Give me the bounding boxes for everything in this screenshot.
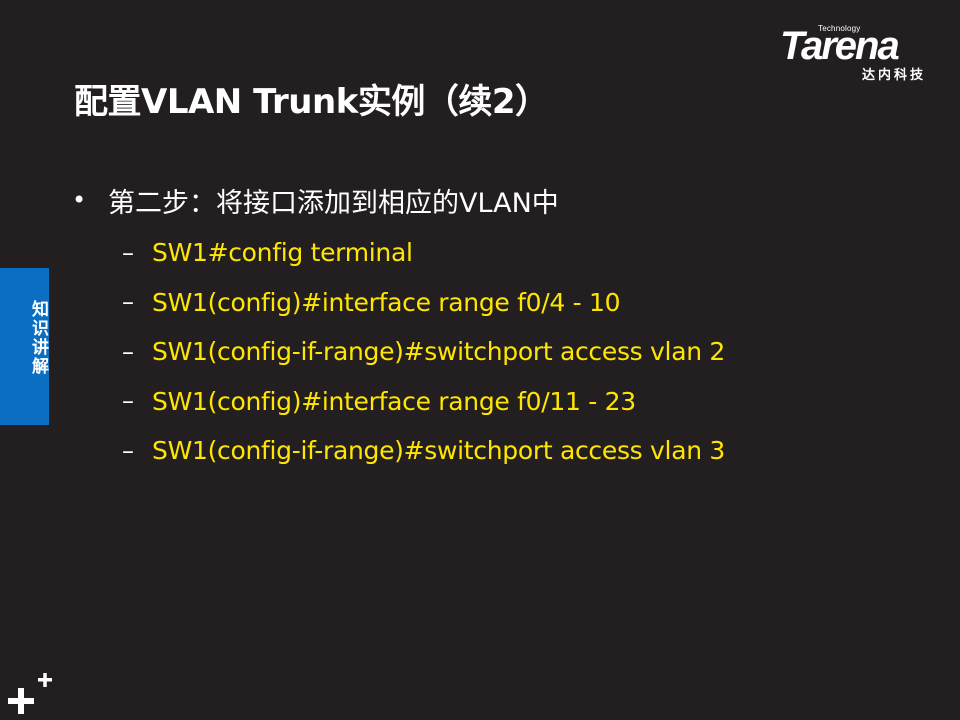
command-item: – SW1(config)#interface range f0/4 - 10: [72, 278, 932, 328]
command-text: SW1(config-if-range)#switchport access v…: [152, 337, 726, 367]
command-item: – SW1#config terminal: [72, 228, 932, 278]
dash-icon: –: [122, 337, 134, 366]
slide-content: • 第二步：将接口添加到相应的VLAN中 – SW1#config termin…: [72, 180, 932, 476]
logo-wordmark: Tarena: [780, 24, 900, 68]
command-text: SW1(config)#interface range f0/11 - 23: [152, 386, 636, 416]
dash-icon: –: [122, 436, 134, 465]
logo-chinese-name: 达内科技: [862, 68, 927, 83]
dash-icon: –: [122, 387, 134, 416]
plus-plus-icon: [8, 673, 52, 714]
dash-icon: –: [122, 288, 134, 317]
tarena-logo: Technology Tarena 达内科技: [778, 22, 948, 84]
bullet-item: • 第二步：将接口添加到相应的VLAN中: [72, 180, 932, 220]
command-text: SW1(config-if-range)#switchport access v…: [152, 436, 726, 466]
command-text: SW1(config)#interface range f0/4 - 10: [152, 287, 621, 317]
slide: Technology Tarena 达内科技 配置VLAN Trunk实例（续2…: [0, 0, 960, 720]
command-item: – SW1(config-if-range)#switchport access…: [72, 426, 932, 476]
side-tab-label: 知识讲解: [28, 300, 48, 376]
side-tab: 知识讲解: [0, 268, 49, 425]
command-text: SW1#config terminal: [152, 238, 413, 268]
command-list: – SW1#config terminal – SW1(config)#inte…: [72, 228, 932, 476]
bullet-icon: •: [72, 186, 87, 214]
slide-title: 配置VLAN Trunk实例（续2）: [74, 82, 549, 122]
dash-icon: –: [122, 238, 134, 267]
command-item: – SW1(config-if-range)#switchport access…: [72, 327, 932, 377]
command-item: – SW1(config)#interface range f0/11 - 23: [72, 377, 932, 427]
bullet-text: 第二步：将接口添加到相应的VLAN中: [108, 187, 559, 219]
